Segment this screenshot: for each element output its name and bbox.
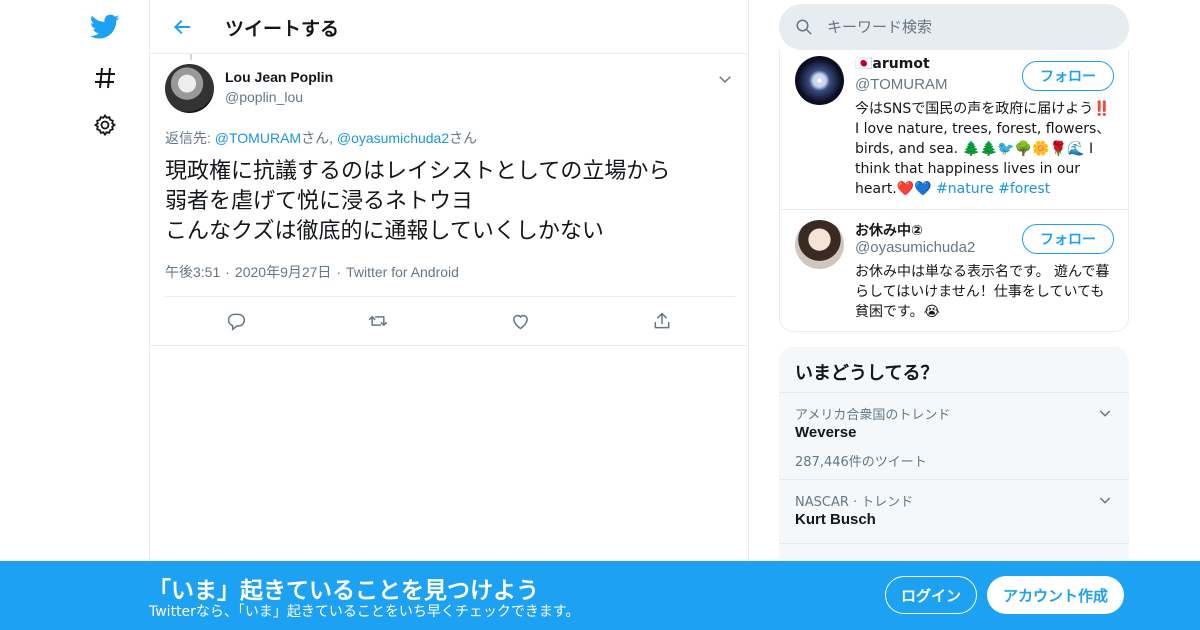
trends-title: いまどうしてる？ (795, 363, 939, 384)
trend-item[interactable]: アメリカ合衆国のトレンド Weverse 287,446件のツイート (779, 392, 1129, 479)
signup-banner: 「いま」起きていることを見つけよう Twitterなら、「いま」起きていることを… (0, 561, 1200, 630)
trend-item[interactable]: NASCAR · トレンド Kurt Busch (779, 479, 1129, 543)
hashtag-link[interactable]: #nature #forest (936, 181, 1050, 197)
tweet: Lou Jean Poplin @poplin_lou 返信先: @TOMURA… (150, 54, 748, 346)
user-bio: 今はSNSで国民の声を政府に届けよう‼️ I love nature, tree… (855, 99, 1117, 199)
like-icon[interactable] (507, 308, 533, 334)
page-title: ツイートする (225, 18, 340, 40)
banner-title: 「いま」起きていることを見つけよう (148, 578, 539, 604)
left-nav (80, 0, 150, 630)
chevron-down-icon[interactable] (716, 70, 734, 88)
trend-meta: アメリカ合衆国のトレンド (795, 408, 951, 423)
page: ツイートする Lou Jean Poplin @poplin_lou 返信先: … (0, 0, 1200, 630)
avatar[interactable] (795, 220, 844, 269)
banner-subtitle: Twitterなら、「いま」起きていることをいち早くチェックできます。 (149, 604, 580, 620)
user-handle[interactable]: @oyasumichuda2 (855, 239, 975, 256)
login-button[interactable]: ログイン (885, 576, 977, 614)
search-icon (795, 18, 813, 36)
tweet-source[interactable]: Twitter for Android (346, 264, 459, 280)
divider (780, 209, 1128, 210)
author-name[interactable]: Lou Jean Poplin (225, 69, 333, 85)
share-icon[interactable] (649, 308, 675, 334)
main-column: ツイートする Lou Jean Poplin @poplin_lou 返信先: … (149, 0, 749, 630)
user-name[interactable]: 🇯🇵arumot (855, 56, 930, 72)
trends-panel: いまどうしてる？ アメリカ合衆国のトレンド Weverse 287,446件のツ… (779, 347, 1129, 587)
reply-prefix: 返信先: (165, 130, 215, 146)
search-input[interactable] (827, 16, 1107, 38)
follow-button[interactable]: フォロー (1022, 224, 1114, 254)
trend-count: 287,446件のツイート (795, 455, 927, 470)
reply-suffix: さん, (301, 130, 337, 146)
avatar[interactable] (165, 64, 214, 113)
search-box[interactable] (779, 4, 1129, 50)
signup-button[interactable]: アカウント作成 (987, 576, 1124, 614)
related-users: 🇯🇵arumot @TOMURAM フォロー 今はSNSで国民の声を政府に届けよ… (779, 50, 1129, 332)
back-arrow-icon[interactable] (168, 13, 196, 41)
trend-name[interactable]: Kurt Busch (795, 511, 876, 528)
chevron-down-icon[interactable] (1097, 492, 1113, 508)
user-name[interactable]: お休み中② (855, 220, 923, 240)
twitter-logo-icon[interactable] (90, 12, 120, 42)
gear-icon[interactable] (90, 110, 120, 140)
reply-icon[interactable] (223, 308, 249, 334)
trend-meta: NASCAR · トレンド (795, 495, 914, 510)
retweet-icon[interactable] (365, 308, 391, 334)
tweet-meta: 午後3:51 · 2020年9月27日 · Twitter for Android (165, 264, 459, 280)
divider (165, 296, 735, 297)
reply-user-link[interactable]: @TOMURAM (215, 130, 301, 146)
follow-button[interactable]: フォロー (1022, 61, 1114, 91)
divider (150, 345, 748, 346)
tweet-time[interactable]: 午後3:51 (165, 264, 220, 280)
tweet-text: 現政権に抗議するのはレイシストとしての立場から 弱者を虐げて悦に浸るネトウヨ こ… (165, 159, 671, 244)
hashtag-icon[interactable] (90, 63, 120, 93)
user-bio: お休み中は単なる表示名です。 遊んで暮らしてはいけません！仕事をしていても貧困で… (855, 264, 1110, 320)
tweet-actions (165, 308, 735, 334)
header: ツイートする (150, 0, 748, 54)
author-handle[interactable]: @poplin_lou (225, 89, 303, 105)
reply-user-link[interactable]: @oyasumichuda2 (337, 130, 449, 146)
trend-name[interactable]: Weverse (795, 424, 856, 441)
reply-suffix: さん (449, 130, 478, 146)
tweet-date[interactable]: 2020年9月27日 (235, 264, 332, 280)
reply-to: 返信先: @TOMURAMさん, @oyasumichuda2さん (165, 128, 477, 148)
user-handle[interactable]: @TOMURAM (855, 76, 947, 93)
chevron-down-icon[interactable] (1097, 405, 1113, 421)
avatar[interactable] (795, 56, 844, 105)
